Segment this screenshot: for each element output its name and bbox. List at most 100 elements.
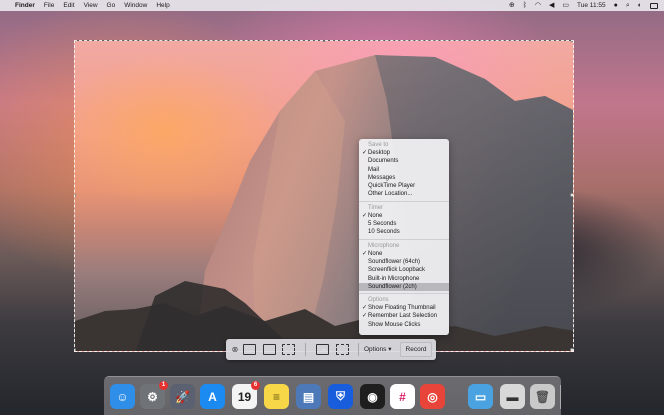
dock: ☺ ⚙ 1 🚀 A 19 6 ≡ ▤ ⛨ ◉ # ◎ ▭ ▬ 🗑 (104, 376, 561, 415)
menu-view[interactable]: View (84, 0, 98, 11)
wifi-icon[interactable]: ◠ (535, 0, 541, 11)
preview-icon[interactable]: ▤ (296, 384, 321, 409)
control-center-icon[interactable] (650, 2, 658, 9)
options-label: Options (364, 346, 387, 353)
menu-item[interactable]: ✓ None (359, 212, 449, 220)
menu-item-label: Mail (368, 166, 380, 173)
figma-icon[interactable]: ◉ (360, 384, 385, 409)
clock[interactable]: Tue 11:55 (577, 0, 606, 11)
record-button[interactable]: Record (400, 342, 432, 357)
menu-item[interactable]: ✓ Desktop (359, 149, 449, 157)
calendar-icon[interactable]: 19 6 (232, 381, 260, 409)
menu-item-label: None (368, 212, 383, 219)
menu-item[interactable]: ✓ Remember Last Selection (359, 312, 449, 320)
menu-item[interactable]: ✓ None (359, 250, 449, 258)
menu-section-header: Options (368, 297, 389, 304)
notification-badge: 6 (251, 381, 260, 390)
menu-item-label: Documents (368, 158, 399, 165)
menu-separator (359, 293, 449, 295)
menu-item-label: Screenflick Loopback (368, 267, 426, 274)
menu-item[interactable]: Show Mouse Clicks (359, 321, 449, 329)
menu-item-label: 5 Seconds (368, 221, 397, 228)
menu-item-label: Desktop (368, 150, 391, 156)
notification-badge: 1 (159, 381, 168, 390)
checkmark-icon: ✓ (362, 250, 368, 257)
menu-item-label: Soundflower (2ch) (368, 283, 417, 290)
app-store-icon[interactable]: A (200, 384, 225, 409)
capture-selection-icon[interactable] (282, 344, 295, 355)
slack-icon[interactable]: # (390, 384, 415, 409)
menu-item[interactable]: 5 Seconds (359, 220, 449, 228)
search-icon[interactable]: ⌕ (626, 0, 630, 11)
menu-item[interactable]: Screenflick Loopback (359, 266, 449, 274)
menu-item[interactable]: Soundflower (2ch) (359, 282, 449, 292)
menu-help[interactable]: Help (156, 0, 169, 11)
volume-icon[interactable]: ◀ (549, 0, 554, 11)
capture-selection[interactable] (74, 40, 574, 352)
checkmark-icon: ✓ (362, 313, 368, 320)
close-toolbar-icon[interactable]: ⊗ (231, 344, 239, 355)
half-dome-image (75, 55, 573, 351)
menu-section-header: Save to (368, 142, 389, 148)
menu-item-label: Show Mouse Clicks (368, 321, 421, 328)
menu-file[interactable]: File (44, 0, 54, 11)
system-preferences-icon[interactable]: ⚙ 1 (140, 381, 168, 409)
menu-section-header: Timer (368, 204, 384, 211)
capture-entire-screen-icon[interactable] (243, 344, 256, 355)
capture-window-icon[interactable] (263, 344, 276, 355)
user-icon[interactable]: ● (614, 0, 618, 11)
checkmark-icon: ✓ (362, 212, 368, 219)
status-area: ⊕ ᛒ ◠ ◀ ▭ Tue 11:55 ● ⌕ ◐ (501, 0, 658, 11)
menu-item[interactable]: 10 Seconds (359, 228, 449, 236)
dock-separator (560, 385, 561, 409)
siri-icon[interactable]: ◐ (638, 0, 642, 11)
checkmark-icon: ✓ (362, 305, 368, 312)
menu-item-label: Other Location... (368, 191, 413, 198)
launchpad-icon[interactable]: 🚀 (170, 384, 195, 409)
globe-icon[interactable]: ⊕ (509, 0, 515, 11)
trash-icon[interactable]: 🗑 (530, 384, 555, 409)
menu-bar: Finder File Edit View Go Window Help ⊕ ᛒ… (0, 0, 664, 11)
chrome-icon[interactable]: ◎ (420, 384, 445, 409)
menu-item[interactable]: Documents (359, 157, 449, 165)
toolbar-divider (305, 343, 306, 356)
menu-item-label: Soundflower (64ch) (368, 258, 421, 265)
menu-item-label: QuickTime Player (368, 183, 416, 190)
menu-item[interactable]: QuickTime Player (359, 182, 449, 190)
menu-item[interactable]: Mail (359, 166, 449, 174)
menu-item[interactable]: Other Location... (359, 190, 449, 198)
options-button[interactable]: Options ▾ (364, 344, 396, 355)
finder-icon[interactable]: ☺ (110, 384, 135, 409)
record-selection-icon[interactable] (336, 344, 349, 355)
menu-item-label: Built-in Microphone (368, 275, 420, 282)
selection-handle-right[interactable] (570, 193, 573, 197)
screenshot-stack-icon[interactable]: ▬ (500, 384, 525, 409)
menu-item[interactable]: Built-in Microphone (359, 275, 449, 283)
checkmark-icon: ✓ (362, 150, 368, 156)
menu-item-label: Show Floating Thumbnail (368, 305, 436, 312)
screenshot-toolbar: ⊗ Options ▾ Record (226, 339, 436, 360)
menu-item[interactable]: Soundflower (64ch) (359, 258, 449, 266)
screenshot-options-menu: Save to ✓ Desktop Documents Mail Messages Quic… (359, 139, 449, 335)
toolbar-divider (358, 343, 359, 356)
menu-window[interactable]: Window (124, 0, 147, 11)
bluetooth-icon[interactable]: ᛒ (523, 0, 527, 11)
menu-item-label: Remember Last Selection (368, 313, 438, 320)
record-entire-screen-icon[interactable] (316, 344, 329, 355)
menu-go[interactable]: Go (107, 0, 116, 11)
menu-edit[interactable]: Edit (63, 0, 74, 11)
menu-item-label: None (368, 250, 383, 257)
menu-item[interactable]: ✓ Show Floating Thumbnail (359, 304, 449, 312)
downloads-folder-icon[interactable]: ▭ (468, 384, 493, 409)
selection-handle-bottom-right[interactable] (570, 348, 573, 351)
menu-item[interactable]: Messages (359, 174, 449, 182)
menu-separator (359, 238, 449, 240)
bitwarden-icon[interactable]: ⛨ (328, 384, 353, 409)
battery-icon[interactable]: ▭ (562, 0, 569, 11)
selection-handle-top-right[interactable] (570, 41, 573, 42)
menu-separator (359, 200, 449, 202)
menu-app-name[interactable]: Finder (15, 0, 35, 11)
selection-handle-bottom-left[interactable] (75, 348, 76, 351)
menu-section-header: Microphone (368, 242, 400, 249)
notes-icon[interactable]: ≡ (264, 384, 289, 409)
